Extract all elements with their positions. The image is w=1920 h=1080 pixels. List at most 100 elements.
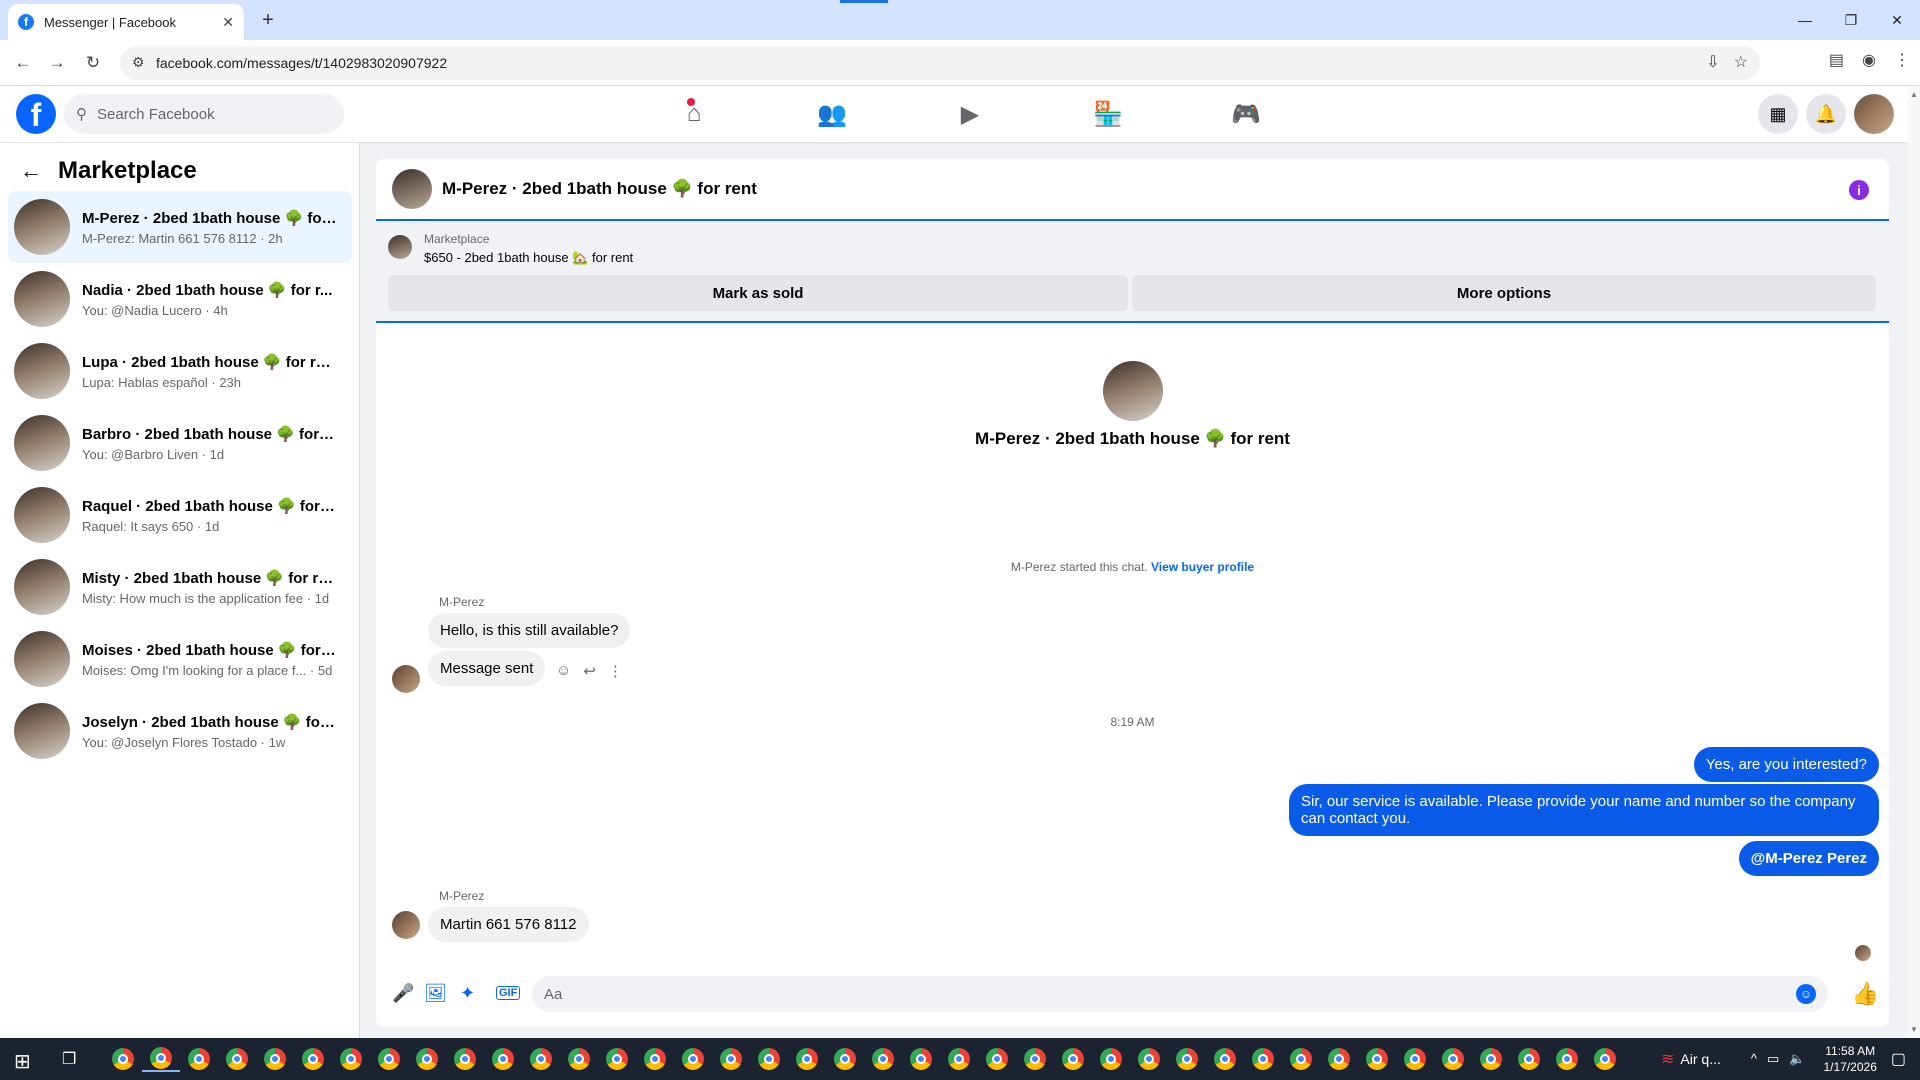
weather-widget[interactable]: ≋ Air q... bbox=[1661, 1049, 1721, 1069]
taskbar-chrome-app[interactable] bbox=[484, 1046, 522, 1072]
more-actions-icon[interactable]: ⋮ bbox=[608, 662, 623, 680]
conversation-item[interactable]: Joselyn · 2bed 1bath house 🌳 for ... You:… bbox=[8, 695, 352, 767]
conversation-item[interactable]: Misty · 2bed 1bath house 🌳 for rent Misty… bbox=[8, 551, 352, 623]
gif-icon[interactable]: GIF bbox=[496, 986, 521, 1000]
taskbar-chrome-app[interactable] bbox=[370, 1046, 408, 1072]
taskbar-chrome-app[interactable] bbox=[864, 1046, 902, 1072]
taskbar-chrome-app[interactable] bbox=[902, 1046, 940, 1072]
url-text[interactable]: facebook.com/messages/t/1402983020907922 bbox=[156, 55, 447, 71]
taskbar-chrome-app[interactable] bbox=[294, 1046, 332, 1072]
chat-thumbnail[interactable] bbox=[392, 169, 432, 209]
install-app-icon[interactable]: ⇩ bbox=[1706, 52, 1719, 72]
new-tab-button[interactable]: + bbox=[254, 8, 282, 32]
conversation-item[interactable]: Barbro · 2bed 1bath house 🌳 for r... You:… bbox=[8, 407, 352, 479]
reply-icon[interactable]: ↩ bbox=[583, 662, 596, 680]
taskbar-chrome-app[interactable] bbox=[446, 1046, 484, 1072]
task-view-icon[interactable]: ❐ bbox=[62, 1049, 76, 1069]
taskbar-chrome-app[interactable] bbox=[1472, 1046, 1510, 1072]
profile-icon[interactable]: ◉ bbox=[1862, 50, 1876, 70]
taskbar-chrome-app[interactable] bbox=[1282, 1046, 1320, 1072]
taskbar-chrome-app[interactable] bbox=[712, 1046, 750, 1072]
back-arrow-icon[interactable]: ← bbox=[20, 158, 42, 184]
network-icon[interactable]: ▭ bbox=[1767, 1051, 1779, 1067]
taskbar-chrome-app[interactable] bbox=[978, 1046, 1016, 1072]
taskbar-chrome-app[interactable] bbox=[522, 1046, 560, 1072]
conversation-item[interactable]: Lupa · 2bed 1bath house 🌳 for rent Lupa: … bbox=[8, 335, 352, 407]
back-arrow-icon[interactable]: ← bbox=[10, 50, 36, 76]
taskbar-chrome-app[interactable] bbox=[1434, 1046, 1472, 1072]
nav-marketplace[interactable]: 🏪 bbox=[1039, 86, 1177, 142]
taskbar-chrome-app[interactable] bbox=[1396, 1046, 1434, 1072]
mark-as-sold-button[interactable]: Mark as sold bbox=[388, 275, 1128, 311]
minimize-button[interactable]: — bbox=[1782, 0, 1828, 40]
taskbar-chrome-app[interactable] bbox=[1510, 1046, 1548, 1072]
address-bar[interactable]: ⚙ facebook.com/messages/t/14029830209079… bbox=[120, 46, 1760, 80]
close-window-button[interactable]: ✕ bbox=[1874, 0, 1920, 40]
sticker-icon[interactable]: ✦ bbox=[460, 983, 475, 1004]
message-input[interactable] bbox=[544, 985, 1784, 1003]
taskbar-clock[interactable]: 11:58 AM 1/17/2026 bbox=[1823, 1043, 1876, 1075]
taskbar-chrome-app[interactable] bbox=[180, 1046, 218, 1072]
info-icon[interactable]: i bbox=[1849, 180, 1869, 200]
forward-arrow-icon[interactable]: → bbox=[44, 50, 70, 76]
taskbar-chrome-app[interactable] bbox=[218, 1046, 256, 1072]
conversation-item[interactable]: Nadia · 2bed 1bath house 🌳 for r... You: … bbox=[8, 263, 352, 335]
taskbar-chrome-app[interactable] bbox=[560, 1046, 598, 1072]
conversation-item[interactable]: Raquel · 2bed 1bath house 🌳 for r... Raqu… bbox=[8, 479, 352, 551]
taskbar-chrome-app[interactable] bbox=[1168, 1046, 1206, 1072]
taskbar-chrome-app[interactable] bbox=[636, 1046, 674, 1072]
show-hidden-icons-icon[interactable]: ^ bbox=[1751, 1051, 1757, 1067]
facebook-logo-icon[interactable]: f bbox=[16, 94, 56, 134]
tab-close-icon[interactable]: ✕ bbox=[222, 14, 234, 31]
conversation-item[interactable]: M-Perez · 2bed 1bath house 🌳 for... M-Per… bbox=[8, 191, 352, 263]
taskbar-chrome-app[interactable] bbox=[408, 1046, 446, 1072]
microphone-icon[interactable]: 🎤 bbox=[392, 983, 414, 1004]
thumbs-up-icon[interactable]: 👍 bbox=[1852, 981, 1879, 1007]
taskbar-chrome-app[interactable] bbox=[598, 1046, 636, 1072]
account-avatar[interactable] bbox=[1854, 94, 1894, 134]
browser-menu-icon[interactable]: ⋮ bbox=[1894, 50, 1910, 70]
taskbar-chrome-app[interactable] bbox=[674, 1046, 712, 1072]
windows-start-icon[interactable]: ⊞ bbox=[14, 1049, 31, 1074]
volume-icon[interactable]: 🔈 bbox=[1789, 1051, 1805, 1067]
reload-icon[interactable]: ↻ bbox=[80, 50, 106, 76]
notifications-bell-icon[interactable]: 🔔 bbox=[1806, 94, 1846, 134]
emoji-icon[interactable]: ☺ bbox=[1796, 984, 1816, 1004]
reading-list-icon[interactable]: ▤ bbox=[1829, 50, 1844, 70]
taskbar-chrome-app[interactable] bbox=[1054, 1046, 1092, 1072]
sender-avatar[interactable] bbox=[392, 911, 420, 939]
chat-title[interactable]: M-Perez · 2bed 1bath house 🌳 for rent bbox=[442, 179, 757, 199]
search-input[interactable] bbox=[97, 105, 317, 123]
menu-grid-icon[interactable]: ▦ bbox=[1758, 94, 1798, 134]
nav-friends[interactable]: 👥 bbox=[763, 86, 901, 142]
react-emoji-icon[interactable]: ☺ bbox=[556, 662, 571, 680]
restore-button[interactable]: ❐ bbox=[1828, 0, 1874, 40]
taskbar-chrome-app[interactable] bbox=[1358, 1046, 1396, 1072]
nav-gaming[interactable]: 🎮 bbox=[1177, 86, 1315, 142]
taskbar-chrome-app[interactable] bbox=[1206, 1046, 1244, 1072]
view-buyer-profile-link[interactable]: View buyer profile bbox=[1151, 560, 1254, 574]
conversation-item[interactable]: Moises · 2bed 1bath house 🌳 for r... Mois… bbox=[8, 623, 352, 695]
taskbar-chrome-app[interactable] bbox=[788, 1046, 826, 1072]
message-input-container[interactable]: ☺ bbox=[532, 976, 1828, 1012]
photo-icon[interactable]: 🖼 bbox=[424, 983, 447, 1004]
taskbar-chrome-app[interactable] bbox=[142, 1046, 180, 1072]
notification-center-icon[interactable]: ▢ bbox=[1891, 1049, 1906, 1069]
listing-price-title[interactable]: $650 - 2bed 1bath house 🏡 for rent bbox=[424, 250, 633, 266]
nav-video[interactable]: ▶ bbox=[901, 86, 1039, 142]
nav-home[interactable]: ⌂ bbox=[625, 86, 763, 142]
taskbar-chrome-app[interactable] bbox=[826, 1046, 864, 1072]
taskbar-chrome-app[interactable] bbox=[1092, 1046, 1130, 1072]
site-info-icon[interactable]: ⚙ bbox=[132, 54, 145, 71]
taskbar-chrome-app[interactable] bbox=[1016, 1046, 1054, 1072]
taskbar-chrome-app[interactable] bbox=[1320, 1046, 1358, 1072]
taskbar-chrome-app[interactable] bbox=[1586, 1046, 1624, 1072]
page-scrollbar[interactable]: ▲ ▼ bbox=[1908, 86, 1920, 1038]
sender-avatar[interactable] bbox=[392, 665, 420, 693]
taskbar-chrome-app[interactable] bbox=[1548, 1046, 1586, 1072]
scroll-up-icon[interactable]: ▲ bbox=[1910, 90, 1918, 99]
taskbar-chrome-app[interactable] bbox=[940, 1046, 978, 1072]
taskbar-chrome-app[interactable] bbox=[1130, 1046, 1168, 1072]
taskbar-chrome-app[interactable] bbox=[256, 1046, 294, 1072]
more-options-button[interactable]: More options bbox=[1132, 275, 1876, 311]
